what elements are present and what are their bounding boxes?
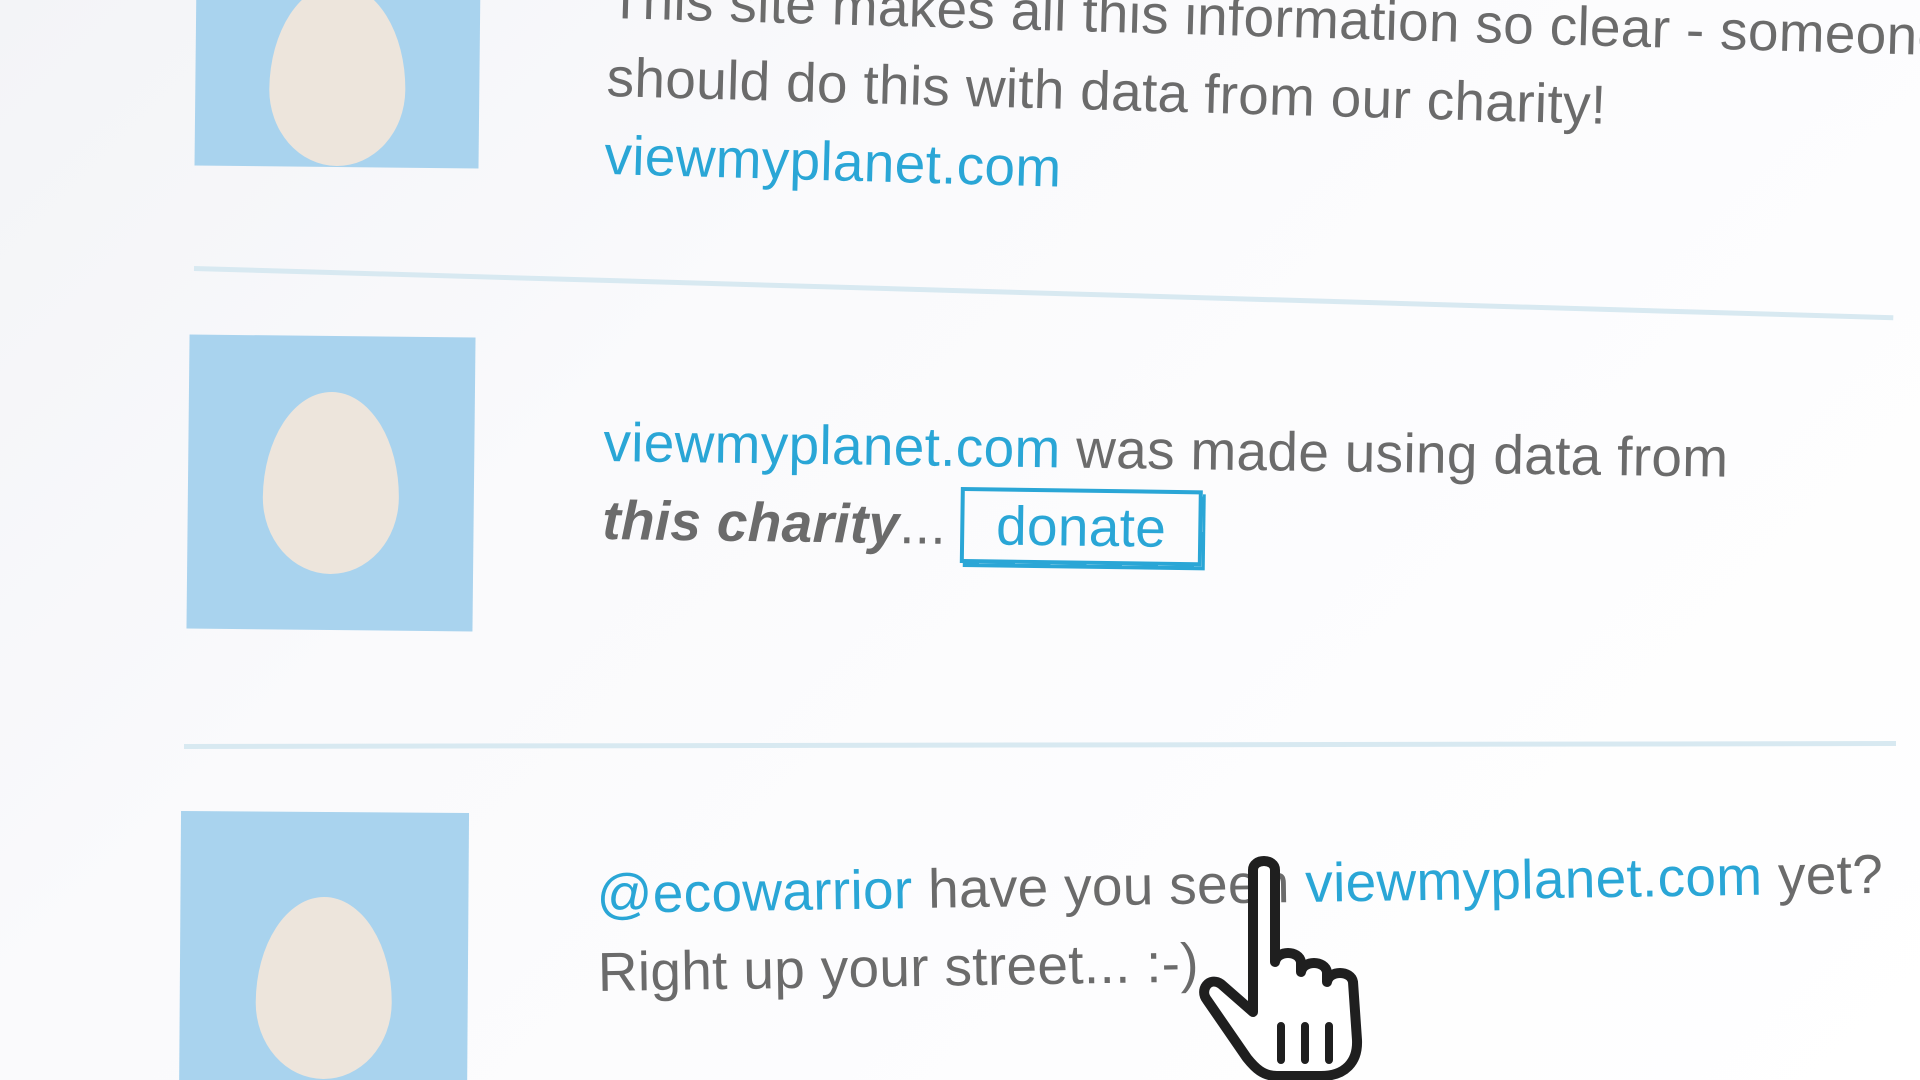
mention-link[interactable]: @ecowarrior: [596, 858, 913, 925]
hand-pointer-icon: [1199, 856, 1363, 1080]
egg-avatar-icon: [255, 896, 393, 1080]
tweet-feed: This site makes all this information so …: [0, 0, 1920, 1080]
screen: This site makes all this information so …: [0, 0, 1920, 1080]
tweet-3: @ecowarrior have you seen viewmyplanet.c…: [0, 0, 1920, 1080]
avatar[interactable]: [178, 810, 470, 1080]
tweet-text-span: yet?: [1761, 842, 1884, 907]
